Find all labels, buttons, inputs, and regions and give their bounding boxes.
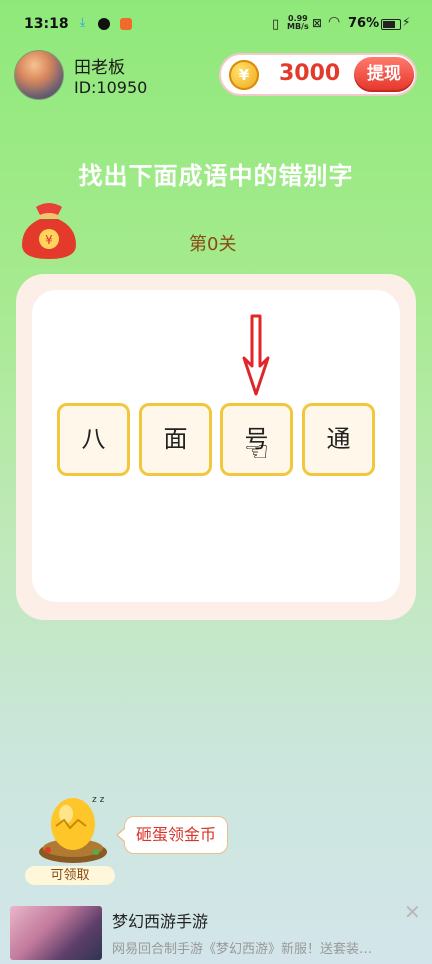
bubble-tail bbox=[118, 828, 126, 842]
red-pack-icon[interactable]: ¥ bbox=[18, 197, 80, 263]
withdraw-button[interactable]: 提现 bbox=[354, 57, 414, 92]
character-tile[interactable]: 八 bbox=[57, 403, 130, 476]
net-speed: 0.99 MB/s bbox=[287, 15, 309, 31]
ad-description[interactable]: 网易回合制手游《梦幻西游》新服！送套装… bbox=[112, 938, 412, 957]
net-speed-unit: MB/s bbox=[287, 22, 309, 31]
level-label: 第0关 bbox=[189, 234, 237, 255]
egg-reward-bubble[interactable]: 砸蛋领金币 bbox=[124, 816, 228, 854]
svg-text:z z: z z bbox=[92, 795, 105, 805]
wifi-icon: ◠ bbox=[328, 14, 341, 30]
app-notification-icon bbox=[98, 18, 110, 30]
coin-icon: ¥ bbox=[229, 60, 259, 90]
avatar[interactable] bbox=[14, 50, 64, 100]
ad-title[interactable]: 梦幻西游手游 bbox=[112, 908, 208, 932]
character-tile[interactable]: 面 bbox=[139, 403, 212, 476]
egg-claim-label[interactable]: 可领取 bbox=[25, 866, 115, 885]
download-icon: ⤓ bbox=[80, 15, 86, 29]
app-notification-icon bbox=[120, 18, 132, 30]
coin-amount: 3000 bbox=[279, 61, 341, 86]
status-time: 13:18 bbox=[24, 16, 69, 32]
ad-thumbnail[interactable] bbox=[10, 906, 102, 960]
vibrate-icon: ▯ bbox=[272, 17, 280, 32]
page-title: 找出下面成语中的错别字 bbox=[78, 162, 354, 190]
user-id: ID:10950 bbox=[74, 78, 148, 97]
arrow-down-icon bbox=[242, 314, 270, 396]
charging-icon: ⚡ bbox=[402, 15, 411, 29]
hand-pointer-icon: ☜ bbox=[244, 435, 270, 468]
close-icon[interactable]: ✕ bbox=[404, 900, 421, 924]
character-tile[interactable]: 通 bbox=[302, 403, 375, 476]
battery-icon bbox=[381, 19, 401, 30]
golden-egg-icon[interactable]: z z bbox=[34, 790, 112, 868]
coin-balance: ¥ 3000 提现 bbox=[219, 53, 417, 96]
user-name: 田老板 bbox=[74, 58, 125, 78]
svg-text:¥: ¥ bbox=[45, 233, 53, 247]
battery-percent: 76% bbox=[348, 16, 380, 31]
status-bar: 13:18 ⤓ ▯ 0.99 MB/s ⊠ ◠ 76% ⚡ bbox=[0, 0, 432, 50]
sim-icon: ⊠ bbox=[312, 16, 323, 30]
